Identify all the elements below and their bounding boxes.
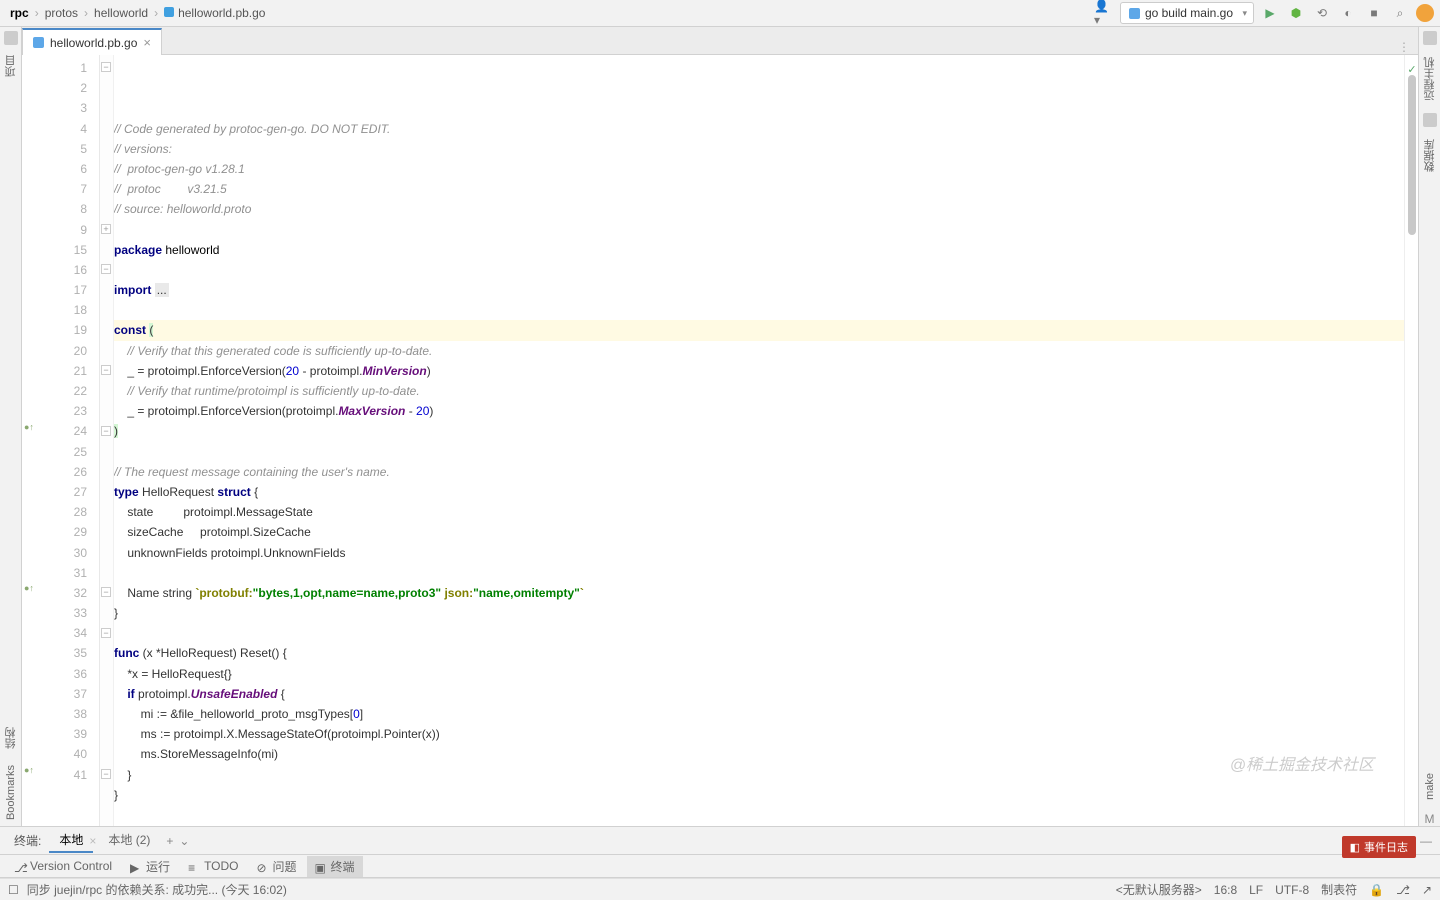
run-configuration-selector[interactable]: go build main.go	[1120, 2, 1254, 24]
rail-structure[interactable]: 结构	[3, 721, 19, 755]
tool-window-终端[interactable]: ▣终端	[307, 856, 363, 877]
tab-helloworld-pb-go[interactable]: helloworld.pb.go ×	[22, 28, 162, 55]
status-sync-icon[interactable]: ↗	[1422, 883, 1432, 897]
tool-window-运行[interactable]: ▶运行	[122, 856, 178, 877]
terminal-hide-icon[interactable]: —	[1420, 834, 1432, 848]
chevron-right-icon: ›	[84, 6, 88, 20]
tabs-menu-icon[interactable]: ⋮	[1398, 40, 1418, 54]
editor-tabs: helloworld.pb.go × ⋮	[22, 27, 1418, 55]
gutter-marks: ●↑●↑●↑	[22, 55, 40, 826]
coverage-button[interactable]: ⟲	[1312, 3, 1332, 23]
stop-button[interactable]: ■	[1364, 3, 1384, 23]
fold-toggle[interactable]: −	[101, 628, 111, 638]
navigation-bar: rpc › protos › helloworld › helloworld.p…	[0, 0, 1440, 27]
go-file-icon	[164, 7, 174, 17]
rail-remote-host[interactable]: 远程主机	[1422, 51, 1438, 107]
status-caret-position[interactable]: 16:8	[1214, 883, 1237, 897]
scrollbar-thumb[interactable]	[1408, 75, 1416, 235]
right-tool-rail: 远程主机 数据库 make M	[1418, 27, 1440, 826]
rail-bookmarks[interactable]: Bookmarks	[5, 759, 17, 826]
left-tool-rail: 项目 结构 Bookmarks	[0, 27, 22, 826]
profile-button[interactable]: ◐	[1338, 3, 1358, 23]
terminal-tabs-bar: 终端: 本地 × 本地 (2) + ⌄ ⚙ —	[0, 827, 1440, 855]
tool-window-bar: ⎇Version Control▶运行≡TODO⊘问题▣终端	[0, 855, 1440, 878]
fold-column: − + − − − − − −	[100, 55, 114, 826]
inspection-ok-icon: ✓	[1405, 63, 1419, 73]
terminal-label: 终端:	[8, 832, 47, 849]
terminal-dropdown-icon[interactable]: ⌄	[179, 834, 189, 848]
user-icon[interactable]: 👤▾	[1094, 3, 1114, 23]
fold-toggle[interactable]: −	[101, 426, 111, 436]
remote-host-icon[interactable]	[1423, 31, 1437, 45]
rail-project[interactable]: 项目	[3, 49, 19, 83]
rail-make[interactable]: make	[1424, 767, 1436, 806]
rail-letter-m: M	[1425, 812, 1435, 826]
editor-scrollbar[interactable]: ✓	[1404, 55, 1418, 826]
line-number-gutter: 1234567891516171819202122232425262728293…	[40, 55, 100, 826]
go-file-icon	[33, 37, 44, 48]
event-log-button[interactable]: 事件日志	[1342, 836, 1416, 858]
chevron-right-icon: ›	[154, 6, 158, 20]
status-encoding[interactable]: UTF-8	[1275, 883, 1309, 897]
fold-toggle[interactable]: −	[101, 62, 111, 72]
close-tab-button[interactable]: ×	[143, 35, 151, 50]
status-left-icon[interactable]: ☐	[8, 883, 19, 897]
fold-toggle[interactable]: −	[101, 365, 111, 375]
debug-button[interactable]: ⬢	[1286, 3, 1306, 23]
crumb-file[interactable]: helloworld.pb.go	[160, 4, 269, 22]
code-editor[interactable]: @稀土掘金技术社区 // Code generated by protoc-ge…	[114, 55, 1404, 826]
close-terminal-tab[interactable]: ×	[89, 834, 96, 848]
crumb-2[interactable]: helloworld	[90, 4, 152, 22]
fold-toggle[interactable]: −	[101, 587, 111, 597]
run-button[interactable]: ▶	[1260, 3, 1280, 23]
chevron-right-icon: ›	[35, 6, 39, 20]
go-file-icon	[1129, 8, 1140, 19]
terminal-tab-1[interactable]: 本地	[49, 828, 93, 853]
breadcrumbs: rpc › protos › helloworld › helloworld.p…	[6, 4, 1094, 22]
run-config-label: go build main.go	[1145, 6, 1233, 20]
fold-toggle[interactable]: +	[101, 224, 111, 234]
fold-toggle[interactable]: −	[101, 769, 111, 779]
status-bar: ☐ 同步 juejin/rpc 的依赖关系: 成功完... (今天 16:02)…	[0, 878, 1440, 900]
fold-toggle[interactable]: −	[101, 264, 111, 274]
tool-window-Version Control[interactable]: ⎇Version Control	[6, 857, 120, 875]
rail-database[interactable]: 数据库	[1422, 133, 1438, 178]
crumb-1[interactable]: protos	[41, 4, 82, 22]
tool-window-TODO[interactable]: ≡TODO	[180, 857, 246, 875]
tab-label: helloworld.pb.go	[50, 36, 137, 50]
status-git-icon[interactable]: ⎇	[1396, 883, 1410, 897]
toolbar-right: 👤▾ go build main.go ▶ ⬢ ⟲ ◐ ■ ⌕	[1094, 2, 1434, 24]
status-message: 同步 juejin/rpc 的依赖关系: 成功完... (今天 16:02)	[27, 881, 287, 898]
status-line-separator[interactable]: LF	[1249, 883, 1263, 897]
crumb-root[interactable]: rpc	[6, 4, 33, 22]
new-terminal-button[interactable]: +	[166, 834, 173, 848]
notifications-icon[interactable]	[1416, 4, 1434, 22]
database-icon[interactable]	[1423, 113, 1437, 127]
search-everywhere-button[interactable]: ⌕	[1390, 3, 1410, 23]
status-indent[interactable]: 制表符	[1321, 881, 1357, 898]
tool-window-问题[interactable]: ⊘问题	[249, 856, 305, 877]
project-icon[interactable]	[4, 31, 18, 45]
status-lock-icon[interactable]: 🔒	[1369, 883, 1384, 897]
terminal-tab-2[interactable]: 本地 (2)	[98, 828, 160, 853]
status-server[interactable]: <无默认服务器>	[1116, 881, 1202, 898]
